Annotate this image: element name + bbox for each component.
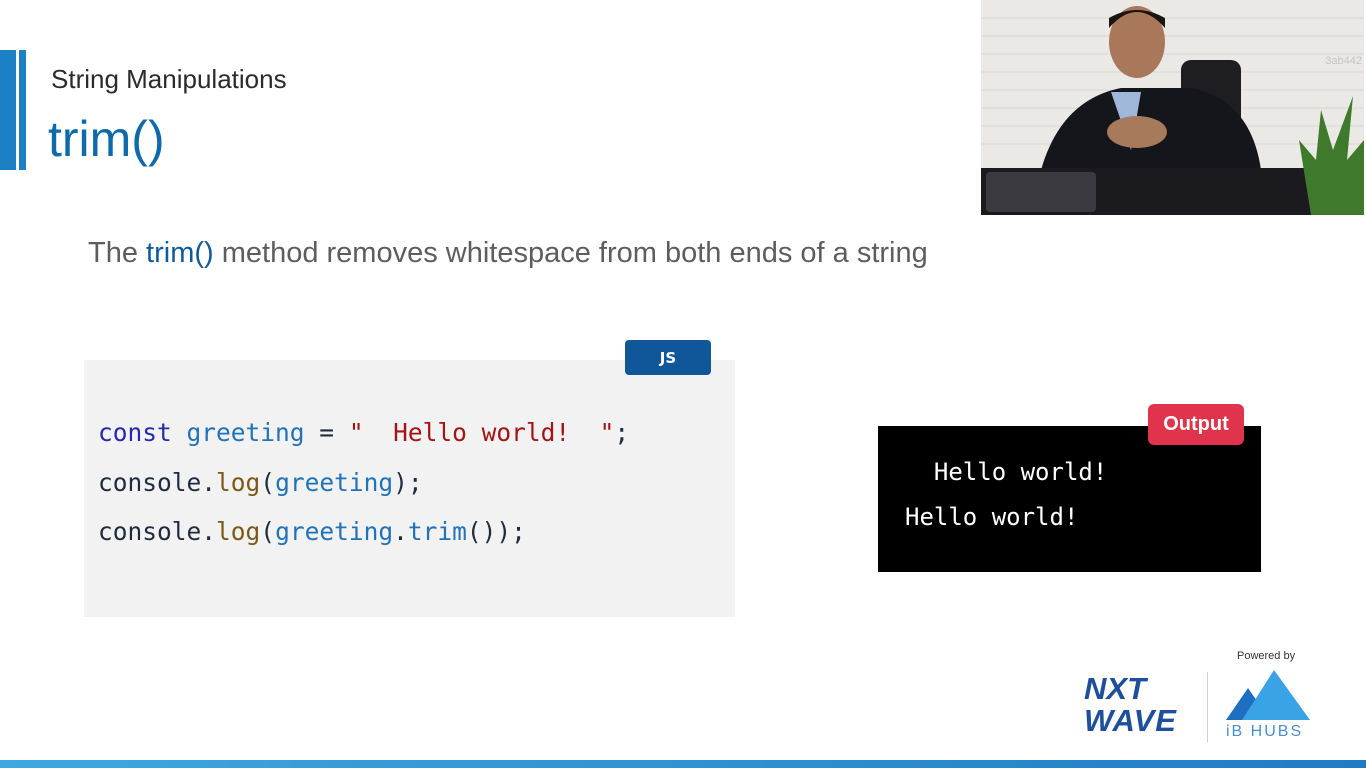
code-line-3: console.log(greeting.trim()); [98, 517, 526, 546]
nxtwave-logo-bottom: WAVE [1084, 703, 1177, 738]
topic-title: trim() [48, 111, 165, 167]
description-highlight: trim() [146, 237, 214, 269]
code-object: console [98, 468, 202, 497]
code-method-trim: trim [407, 517, 467, 546]
code-dot: . [201, 517, 217, 546]
accent-bar-secondary [19, 50, 26, 170]
language-badge: JS [625, 340, 711, 375]
code-keyword: const [98, 418, 172, 447]
code-argument: greeting [275, 468, 394, 497]
video-overlay-id: 3ab442 [1325, 55, 1362, 67]
code-operator: = [304, 418, 349, 447]
description: The trim() method removes whitespace fro… [88, 234, 968, 272]
code-string: " Hello world! " [348, 418, 615, 447]
nxtwave-logo-top: NXT [1084, 671, 1146, 706]
code-paren-close: ()); [466, 517, 526, 546]
code-object: console [98, 517, 202, 546]
code-paren-open: ( [260, 468, 276, 497]
ibhubs-logo-icon [1226, 670, 1310, 720]
accent-bar [0, 50, 16, 170]
code-dot: . [393, 517, 408, 546]
code-dot: . [201, 468, 217, 497]
code-identifier: greeting [186, 418, 305, 447]
description-suffix: method removes whitespace from both ends… [213, 237, 928, 269]
code-paren-open: ( [260, 517, 276, 546]
output-line-1: Hello world! [905, 458, 1108, 486]
description-prefix: The [88, 237, 147, 269]
presenter-video: 3ab442 [981, 0, 1364, 215]
code-argument: greeting [275, 517, 394, 546]
section-title: String Manipulations [51, 64, 287, 94]
powered-by-label: Powered by [1237, 650, 1296, 662]
ibhubs-logo-text: iB HUBS [1226, 723, 1304, 740]
logo-divider [1207, 672, 1208, 742]
output-panel [878, 426, 1261, 572]
code-semicolon: ; [614, 418, 630, 447]
bottom-stripe [0, 760, 1366, 768]
presenter-video-frame [981, 0, 1364, 215]
code-method: log [216, 517, 261, 546]
code-method: log [216, 468, 261, 497]
code-line-2: console.log(greeting); [98, 468, 423, 497]
output-line-2: Hello world! [905, 503, 1079, 531]
code-paren-close: ); [393, 468, 423, 497]
output-badge: Output [1148, 404, 1244, 445]
code-line-1: const greeting = " Hello world! "; [98, 418, 629, 447]
